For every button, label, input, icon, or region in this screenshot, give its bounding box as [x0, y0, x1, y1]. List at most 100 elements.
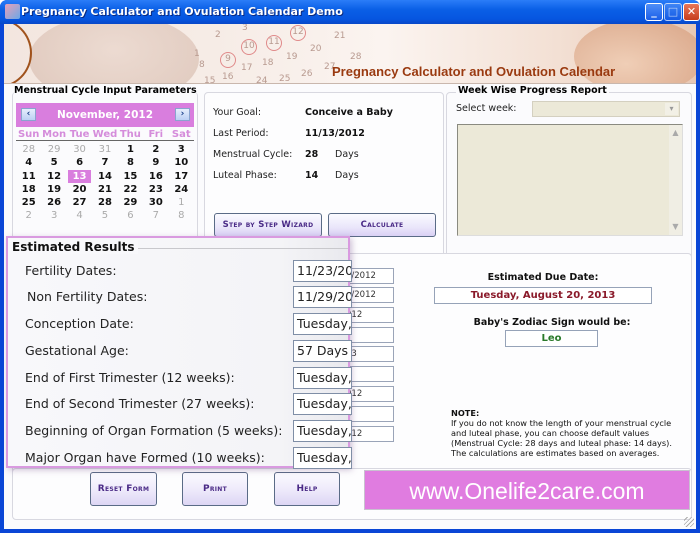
calendar-day[interactable]: 5: [92, 209, 117, 222]
next-month-icon[interactable]: ›: [175, 108, 190, 121]
result-value-field[interactable]: Tuesday,: [293, 393, 352, 415]
weekday-label: Fri: [148, 129, 164, 140]
calendar-day[interactable]: 6: [118, 209, 143, 222]
resize-grip[interactable]: [684, 517, 694, 527]
banner-calendar-number: 21: [334, 31, 346, 41]
brand-link[interactable]: www.Onelife2care.com: [364, 470, 690, 510]
calendar-day[interactable]: 2: [143, 143, 168, 156]
print-button[interactable]: Print: [182, 472, 248, 506]
calendar-day[interactable]: 16: [143, 170, 168, 183]
calendar-day[interactable]: 19: [41, 183, 66, 196]
result-value-field[interactable]: 11/23/20: [293, 260, 352, 282]
result-value-field[interactable]: 57 Days: [293, 340, 352, 362]
calendar-day[interactable]: 7: [92, 156, 117, 169]
calendar-day[interactable]: 26: [41, 196, 66, 209]
calendar-day[interactable]: 24: [169, 183, 194, 196]
calendar-day[interactable]: 1: [118, 143, 143, 156]
weekday-label: Sun: [17, 129, 40, 140]
menstrual-cycle-unit: Days: [335, 149, 359, 160]
chevron-down-icon[interactable]: ▾: [665, 103, 678, 115]
prev-month-icon[interactable]: ‹: [21, 108, 36, 121]
result-value-field[interactable]: Tuesday,: [293, 420, 352, 442]
result-value-field[interactable]: 11/29/20: [293, 286, 352, 308]
calendar-day[interactable]: 21: [92, 183, 117, 196]
calendar-day[interactable]: 3: [169, 143, 194, 156]
calendar-day[interactable]: 10: [169, 156, 194, 169]
calendar-day[interactable]: 22: [118, 183, 143, 196]
calendar-widget[interactable]: ‹ November, 2012 › Sun Mon Tue Wed Thu Fri Sat…: [16, 103, 196, 248]
help-button[interactable]: Help: [274, 472, 340, 506]
result-label: Beginning of Organ Formation (5 weeks):: [25, 423, 283, 438]
close-button[interactable]: ✕: [683, 3, 700, 21]
calendar-day[interactable]: 29: [41, 143, 66, 156]
note-line: The calculations are estimates based on …: [451, 448, 660, 458]
calendar-day[interactable]: 18: [16, 183, 41, 196]
calendar-header: ‹ November, 2012 ›: [16, 103, 194, 127]
calendar-day[interactable]: 20: [67, 183, 92, 196]
title-bar[interactable]: Pregnancy Calculator and Ovulation Calen…: [0, 0, 700, 24]
calendar-day[interactable]: 9: [143, 156, 168, 169]
weekday-label: Thu: [119, 129, 141, 140]
calendar-day[interactable]: 8: [118, 156, 143, 169]
calendar-day[interactable]: 17: [169, 170, 194, 183]
calendar-day[interactable]: 2: [16, 209, 41, 222]
goal-value: Conceive a Baby: [305, 107, 393, 118]
minimize-button[interactable]: _: [645, 3, 663, 21]
calendar-day[interactable]: 7: [143, 209, 168, 222]
calendar-day[interactable]: 11: [16, 170, 41, 183]
zodiac-field[interactable]: Leo: [505, 330, 598, 347]
calendar-day[interactable]: 4: [67, 209, 92, 222]
result-value-field[interactable]: Tuesday,: [293, 447, 352, 469]
week-report-panel: Select week: ▾ ▲ ▼: [448, 101, 692, 273]
reset-form-button[interactable]: Reset Form: [90, 472, 157, 506]
calendar-day[interactable]: 8: [169, 209, 194, 222]
calendar-day[interactable]: 4: [16, 156, 41, 169]
maximize-button[interactable]: □: [664, 3, 682, 21]
calendar-day[interactable]: 5: [41, 156, 66, 169]
weekday-label: Sat: [171, 129, 191, 140]
note-line: and luteal phase, you can choose default…: [451, 428, 650, 438]
select-week-dropdown[interactable]: ▾: [532, 101, 680, 117]
calendar-day[interactable]: 6: [67, 156, 92, 169]
result-value-field[interactable]: Tuesday,: [293, 313, 352, 335]
estimated-results-popup: Estimated Results Fertility Dates: 11/23/…: [6, 236, 352, 469]
header-banner: 1 2 3 8 9 10 11 12 15 16 17 18 19 20 21 24 25 26 27 28 Preg…: [4, 24, 696, 84]
calendar-day[interactable]: 12: [41, 170, 66, 183]
scroll-down-icon[interactable]: ▼: [669, 221, 682, 233]
result-label: Non Fertility Dates:: [27, 289, 148, 304]
calendar-day[interactable]: 3: [41, 209, 66, 222]
luteal-phase-unit: Days: [335, 170, 359, 181]
banner-calendar-number: 3: [242, 24, 248, 33]
calendar-day[interactable]: 30: [143, 196, 168, 209]
calendar-day[interactable]: 27: [67, 196, 92, 209]
weekday-header: Sun Mon Tue Wed Thu Fri Sat: [16, 129, 194, 141]
calendar-day[interactable]: 1: [169, 196, 194, 209]
calendar-day[interactable]: 14: [92, 170, 117, 183]
calendar-day[interactable]: 23: [143, 183, 168, 196]
calculate-button[interactable]: Calculate: [328, 213, 436, 237]
calendar-day[interactable]: 25: [16, 196, 41, 209]
banner-calendar-number: 28: [350, 52, 362, 62]
calendar-day[interactable]: 15: [118, 170, 143, 183]
banner-calendar-number: 10: [241, 39, 257, 56]
calendar-day-selected[interactable]: 13: [67, 169, 92, 183]
step-by-step-wizard-button[interactable]: Step by Step Wizard: [214, 213, 322, 237]
calendar-day[interactable]: 28: [16, 143, 41, 156]
result-label: Conception Date:: [25, 316, 134, 331]
scroll-up-icon[interactable]: ▲: [669, 127, 682, 139]
zodiac-label: Baby's Zodiac Sign would be:: [473, 317, 631, 328]
goal-label: Your Goal:: [213, 107, 262, 118]
calendar-day[interactable]: 30: [67, 143, 92, 156]
calendar-day[interactable]: 28: [92, 196, 117, 209]
calendar-month-label: November, 2012: [56, 109, 154, 121]
banner-image-belly: [29, 24, 199, 83]
banner-calendar-number: 26: [301, 68, 313, 79]
calendar-day[interactable]: 31: [92, 143, 117, 156]
report-scrollbar[interactable]: ▲ ▼: [669, 125, 682, 235]
week-report-textarea[interactable]: ▲ ▼: [457, 124, 683, 236]
due-date-field[interactable]: Tuesday, August 20, 2013: [434, 287, 652, 304]
result-value-field[interactable]: Tuesday,: [293, 367, 352, 389]
banner-calendar-number: 15: [204, 75, 216, 84]
calendar-days-grid: 28 29 30 31 1 2 3 4 5 6 7 8 9 10 11 12 13 14 15 16 17 18 19 20 2…: [16, 143, 194, 223]
calendar-day[interactable]: 29: [118, 196, 143, 209]
